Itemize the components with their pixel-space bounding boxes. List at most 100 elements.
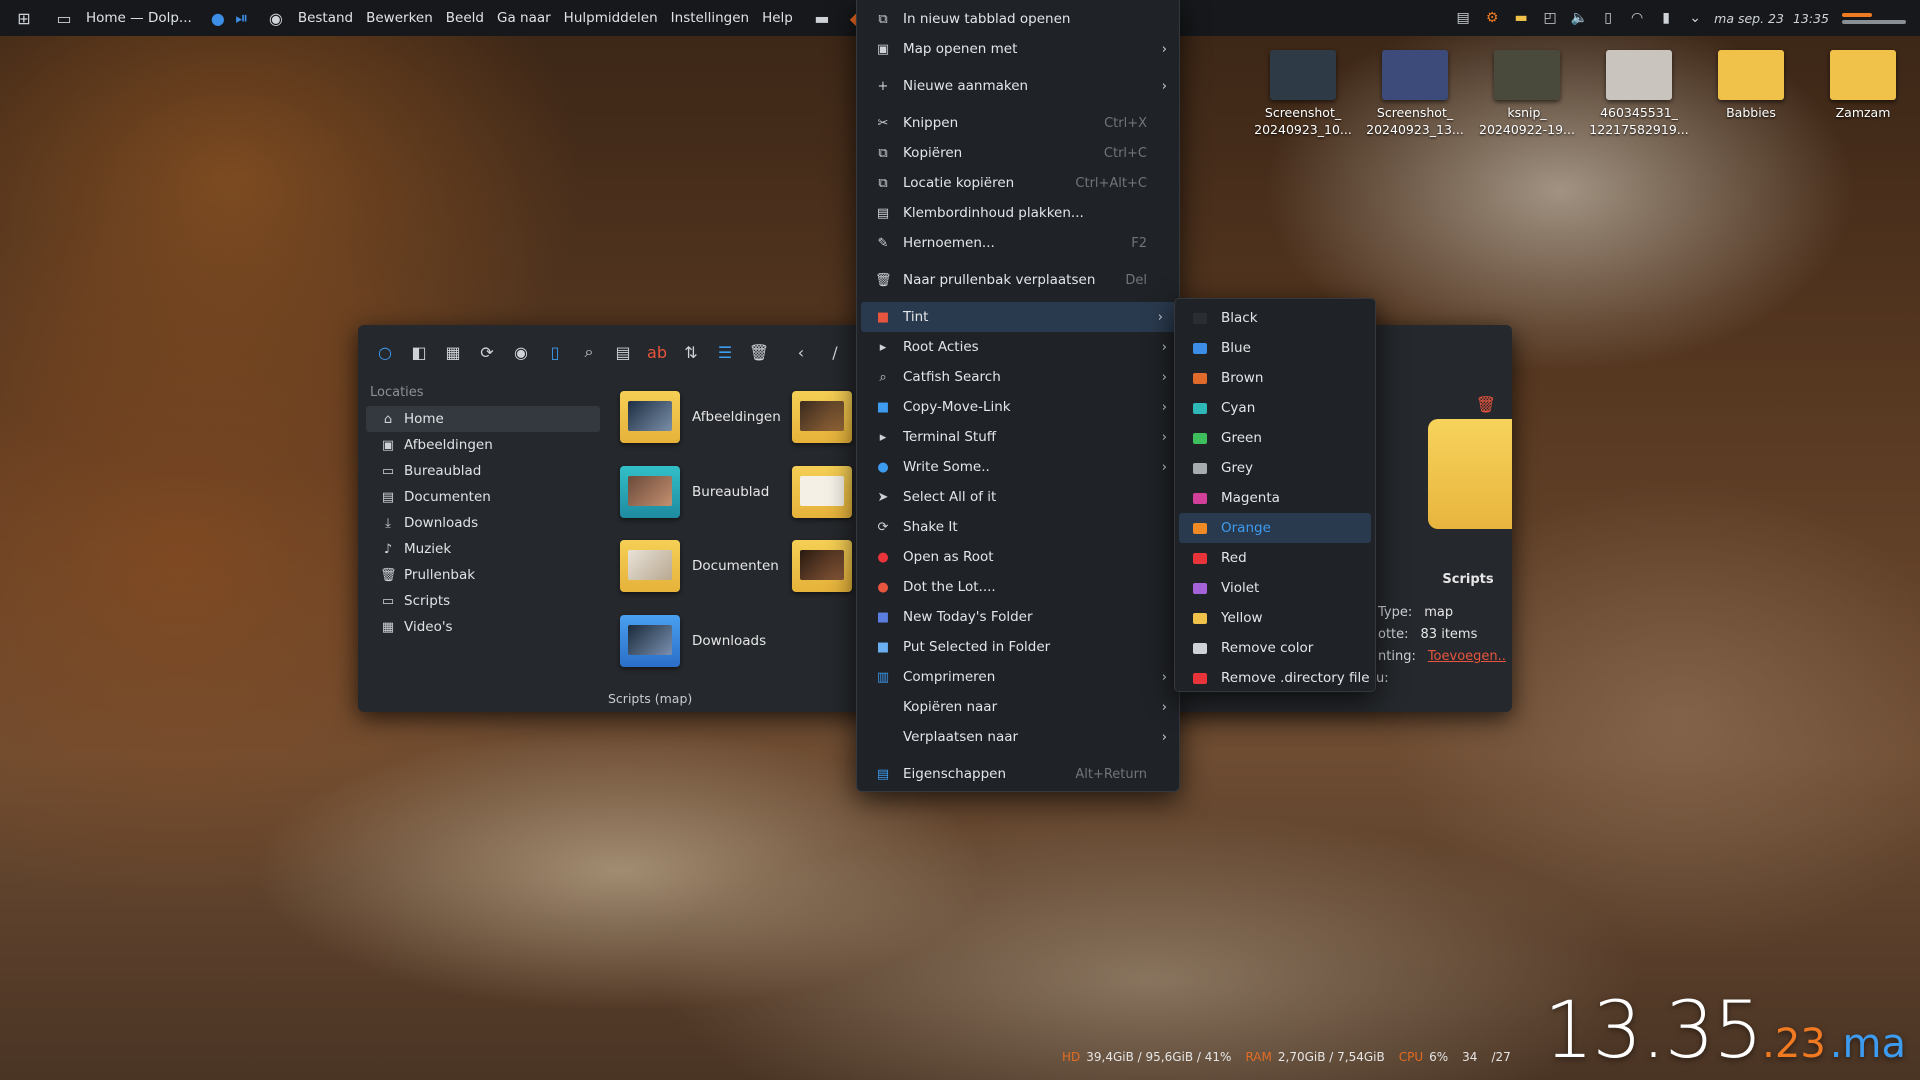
- menu-instellingen[interactable]: Instellingen: [671, 10, 749, 26]
- details-icon[interactable]: ☰: [714, 343, 736, 362]
- tint-cyan[interactable]: Cyan: [1175, 393, 1375, 423]
- clipboard-icon[interactable]: ◰: [1540, 10, 1560, 26]
- sidebar-item-scripts[interactable]: ▭ Scripts: [366, 588, 600, 614]
- folder-downloads[interactable]: Downloads: [620, 615, 766, 667]
- menu-item-write-some[interactable]: ● Write Some.. ›: [857, 452, 1179, 482]
- desktop-icon-5[interactable]: Babbies: [1701, 50, 1801, 121]
- phone-icon[interactable]: ▯: [1598, 10, 1618, 26]
- bookmark-icon[interactable]: ▯: [544, 343, 566, 362]
- battery-icon[interactable]: ▮: [1656, 10, 1676, 26]
- menu-item-nieuwe-aanmaken[interactable]: + Nieuwe aanmaken ›: [857, 71, 1179, 101]
- folder-item[interactable]: [792, 391, 852, 443]
- tint-green[interactable]: Green: [1175, 423, 1375, 453]
- menu-item-new-today-s-folder[interactable]: ■ New Today's Folder: [857, 602, 1179, 632]
- menu-item-terminal-stuff[interactable]: ▸ Terminal Stuff ›: [857, 422, 1179, 452]
- menu-item-in-nieuw-tabblad-openen[interactable]: ⧉ In nieuw tabblad openen: [857, 4, 1179, 34]
- view-mode-icon[interactable]: ▤: [612, 343, 634, 362]
- rename-icon[interactable]: ab: [646, 343, 668, 362]
- menu-item-select-all-of-it[interactable]: ➤ Select All of it: [857, 482, 1179, 512]
- menu-item-map-openen-met[interactable]: ▣ Map openen met ›: [857, 34, 1179, 64]
- desktop-icon-3[interactable]: ksnip_ 20240922-19...: [1477, 50, 1577, 138]
- desktop-icon-4[interactable]: 460345531_ 12217582919...: [1589, 50, 1689, 138]
- folder-icon[interactable]: ▬: [1511, 10, 1531, 26]
- menu-help[interactable]: Help: [762, 10, 793, 26]
- refresh-icon[interactable]: ⟳: [476, 343, 498, 362]
- menu-item-comprimeren[interactable]: ▥ Comprimeren ›: [857, 662, 1179, 692]
- menu-item-copy-move-link[interactable]: ■ Copy-Move-Link ›: [857, 392, 1179, 422]
- menu-bestand[interactable]: Bestand: [298, 10, 353, 26]
- menu-bewerken[interactable]: Bewerken: [366, 10, 433, 26]
- chevron-down-icon[interactable]: ⌄: [1685, 10, 1705, 26]
- network-icon[interactable]: ◠: [1627, 10, 1647, 26]
- trash-icon[interactable]: 🗑: [1476, 395, 1496, 414]
- menu-item-knippen[interactable]: ✂ Knippen Ctrl+X: [857, 108, 1179, 138]
- time-label[interactable]: 13:35: [1793, 11, 1829, 26]
- menu-item-kopi-ren[interactable]: ⧉ Kopiëren Ctrl+C: [857, 138, 1179, 168]
- notes-icon[interactable]: ▤: [1453, 10, 1473, 26]
- back-icon[interactable]: ‹: [790, 343, 812, 362]
- menu-beeld[interactable]: Beeld: [446, 10, 484, 26]
- sort-icon[interactable]: ⇅: [680, 343, 702, 362]
- date-label[interactable]: ma sep. 23: [1714, 11, 1784, 26]
- panel-icon[interactable]: ▦: [442, 343, 464, 362]
- dot-indicator-icon[interactable]: ●: [206, 8, 230, 28]
- search-icon[interactable]: ⌕: [578, 342, 600, 362]
- menu-item-put-selected-in-folder[interactable]: ■ Put Selected in Folder: [857, 632, 1179, 662]
- tint-grey[interactable]: Grey: [1175, 453, 1375, 483]
- tint-yellow[interactable]: Yellow: [1175, 603, 1375, 633]
- folder-item[interactable]: [792, 540, 852, 592]
- menu-item-eigenschappen[interactable]: ▤ Eigenschappen Alt+Return: [857, 759, 1179, 789]
- tint-remove-color[interactable]: Remove color: [1175, 633, 1375, 663]
- app-launcher-icon[interactable]: ⊞: [12, 8, 36, 28]
- tint-blue[interactable]: Blue: [1175, 333, 1375, 363]
- tint-brown[interactable]: Brown: [1175, 363, 1375, 393]
- sidebar-item-muziek[interactable]: ♪ Muziek: [366, 536, 600, 562]
- preview-icon[interactable]: ◉: [510, 343, 532, 362]
- app-icon[interactable]: ◉: [264, 8, 288, 28]
- folder-documenten[interactable]: Documenten: [620, 540, 779, 592]
- menu-ga-naar[interactable]: Ga naar: [497, 10, 551, 26]
- circle-icon[interactable]: ○: [374, 343, 396, 362]
- folder-afbeeldingen[interactable]: Afbeeldingen: [620, 391, 781, 443]
- tint-magenta[interactable]: Magenta: [1175, 483, 1375, 513]
- tint-orange[interactable]: Orange: [1179, 513, 1371, 543]
- menu-item-naar-prullenbak-verplaatsen[interactable]: 🗑 Naar prullenbak verplaatsen Del: [857, 265, 1179, 295]
- menu-item-klembordinhoud-plakken[interactable]: ▤ Klembordinhoud plakken...: [857, 198, 1179, 228]
- sidebar-item-afbeeldingen[interactable]: ▣ Afbeeldingen: [366, 432, 600, 458]
- volume-icon[interactable]: 🔈: [1569, 10, 1589, 26]
- desktop-icon-6[interactable]: Zamzam: [1813, 50, 1913, 121]
- menu-item-shake-it[interactable]: ⟳ Shake It: [857, 512, 1179, 542]
- desktop-icon-1[interactable]: Screenshot_ 20240923_10...: [1253, 50, 1353, 138]
- menu-item-verplaatsen-naar[interactable]: Verplaatsen naar ›: [857, 722, 1179, 752]
- menu-item-catfish-search[interactable]: ⌕ Catfish Search ›: [857, 362, 1179, 392]
- menu-item-hernoemen[interactable]: ✎ Hernoemen... F2: [857, 228, 1179, 258]
- desktop-icon-2[interactable]: Screenshot_ 20240923_13...: [1365, 50, 1465, 138]
- screenshot-icon[interactable]: ▭: [52, 8, 76, 28]
- sidebar-item-bureaublad[interactable]: ▭ Bureaublad: [366, 458, 600, 484]
- menu-item-locatie-kopi-ren[interactable]: ⧉ Locatie kopiëren Ctrl+Alt+C: [857, 168, 1179, 198]
- sidebar-item-documenten[interactable]: ▤ Documenten: [366, 484, 600, 510]
- tint-black[interactable]: Black: [1175, 303, 1375, 333]
- sidebar-item-downloads[interactable]: ⤓ Downloads: [366, 510, 600, 536]
- menu-item-open-as-root[interactable]: ● Open as Root: [857, 542, 1179, 572]
- settings-icon[interactable]: ⚙: [1482, 10, 1502, 26]
- folder-bureaublad[interactable]: Bureaublad: [620, 466, 769, 518]
- play-pause-icon[interactable]: ⏯: [230, 8, 254, 28]
- split-view-icon[interactable]: ◧: [408, 343, 430, 362]
- add-rating-link[interactable]: Toevoegen..: [1428, 649, 1506, 664]
- window-title[interactable]: Home — Dolp...: [86, 10, 192, 26]
- tint-red[interactable]: Red: [1175, 543, 1375, 573]
- terminal-icon[interactable]: ▬: [810, 8, 834, 28]
- menu-item-root-acties[interactable]: ▸ Root Acties ›: [857, 332, 1179, 362]
- sidebar-item-prullenbak[interactable]: 🗑 Prullenbak: [366, 562, 600, 588]
- sidebar-item-videos[interactable]: ▦ Video's: [366, 614, 600, 640]
- folder-item[interactable]: [792, 466, 852, 518]
- tint-violet[interactable]: Violet: [1175, 573, 1375, 603]
- menu-item-tint[interactable]: ■ Tint ›: [861, 302, 1175, 332]
- menu-item-kopi-ren-naar[interactable]: Kopiëren naar ›: [857, 692, 1179, 722]
- menu-item-dot-the-lot[interactable]: ● Dot the Lot....: [857, 572, 1179, 602]
- trash-icon[interactable]: 🗑: [748, 343, 770, 362]
- menu-hulpmiddelen[interactable]: Hulpmiddelen: [564, 10, 658, 26]
- tint-remove-directory-file[interactable]: Remove .directory file: [1175, 663, 1375, 693]
- sidebar-item-home[interactable]: ⌂ Home: [366, 406, 600, 432]
